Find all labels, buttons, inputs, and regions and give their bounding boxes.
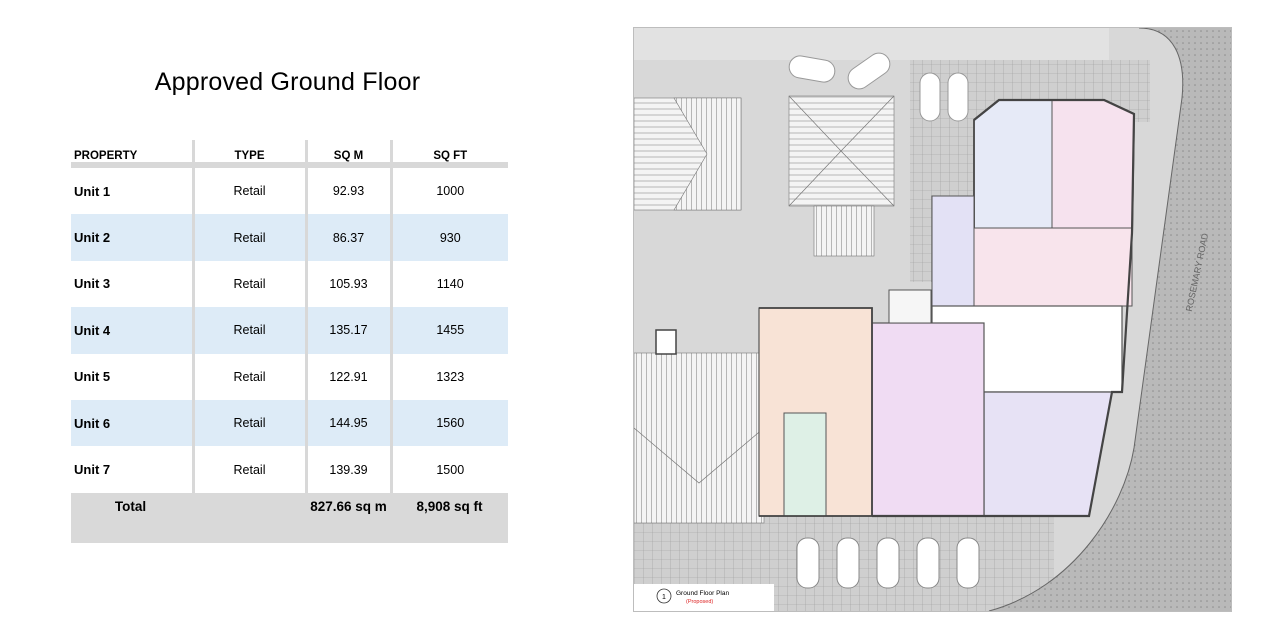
cell-type: Retail: [193, 165, 308, 215]
cell-property: Unit 5: [71, 353, 195, 400]
area-schedule-table: PROPERTY TYPE SQ M SQ FT Unit 1 Retail 9…: [71, 140, 508, 543]
cell-sqm: 144.95: [306, 399, 393, 447]
cell-sqm: 122.91: [306, 353, 393, 400]
header-sqft: SQ FT: [391, 140, 508, 168]
ground-floor-plan-drawing: ROSEMARY ROAD 1 Ground Floor Plan (Propo…: [633, 27, 1232, 612]
cell-property: Unit 3: [71, 260, 195, 308]
cell-sqft: 1500: [436, 462, 465, 477]
table-row: Unit 1 Retail 92.93 1000: [71, 165, 508, 215]
parking-bay: [919, 72, 941, 122]
stair-core: [783, 412, 827, 517]
parking-bay: [836, 537, 860, 589]
parking-bay: [876, 537, 900, 589]
caption-box: [634, 584, 774, 611]
table-row: Unit 5 Retail 122.91 1323: [71, 353, 508, 400]
top-strip: [634, 28, 1109, 60]
unit-2-shape: [1051, 99, 1135, 229]
header-type: TYPE: [193, 140, 308, 168]
caption-subtitle: (Proposed): [686, 599, 713, 605]
parking-bay: [947, 72, 969, 122]
unit-violet-shape: [931, 195, 975, 307]
total-label: Total: [71, 492, 193, 543]
cell-property: Unit 6: [71, 399, 195, 447]
parking-bay: [956, 537, 980, 589]
cell-property: Unit 1: [71, 165, 195, 215]
total-type-empty: [193, 492, 306, 543]
table-header-row: PROPERTY TYPE SQ M SQ FT: [71, 140, 508, 168]
cell-type: Retail: [193, 446, 308, 493]
cell-sqft: 1000: [436, 184, 465, 199]
cell-sqm: 139.39: [306, 446, 393, 493]
cell-sqft: 930: [391, 214, 508, 261]
cell-type: Retail: [193, 214, 308, 261]
cell-type: Retail: [193, 260, 308, 308]
entrance-lobby: [888, 289, 932, 324]
page-title: Approved Ground Floor: [154, 68, 421, 96]
header-sqm: SQ M: [306, 140, 393, 168]
cell-property: Unit 4: [71, 307, 195, 354]
cell-type: Retail: [193, 353, 308, 400]
parking-bay: [916, 537, 940, 589]
cell-type: Retail: [193, 399, 308, 447]
header-property: PROPERTY: [71, 140, 195, 168]
caption-number: 1: [662, 594, 666, 601]
neighbour-roof-3: [634, 352, 765, 524]
cell-sqm: 105.93: [306, 260, 393, 308]
table-total-row: Total 827.66 sq m 8,908 sq ft: [71, 492, 508, 543]
unit-6-shape: [871, 322, 985, 517]
cell-sqm: 135.17: [306, 307, 393, 354]
table-row: Unit 6 Retail 144.95 1560: [71, 399, 508, 447]
cell-property: Unit 7: [71, 446, 195, 493]
cell-sqft: 1560: [391, 399, 508, 447]
cell-property: Unit 2: [71, 214, 195, 261]
cell-type: Retail: [193, 307, 308, 354]
cell-sqm: 92.93: [306, 165, 393, 215]
cell-sqft: 1455: [391, 307, 508, 354]
table-row: Unit 4 Retail 135.17 1455: [71, 307, 508, 354]
caption-title: Ground Floor Plan: [676, 590, 729, 597]
floor-plan-svg: ROSEMARY ROAD 1 Ground Floor Plan (Propo…: [634, 28, 1231, 611]
parking-bay: [796, 537, 820, 589]
cell-sqft: 1323: [436, 369, 465, 384]
cell-sqm: 86.37: [306, 214, 393, 261]
cell-sqft: 1140: [436, 276, 464, 291]
total-sqm: 827.66 sq m: [306, 492, 391, 543]
neighbour-roof-2-wing: [813, 205, 875, 257]
total-sqft: 8,908 sq ft: [391, 492, 508, 543]
table-row: Unit 2 Retail 86.37 930: [71, 214, 508, 261]
table-row: Unit 3 Retail 105.93 1140: [71, 260, 508, 308]
chimney: [655, 329, 677, 355]
table-row: Unit 7 Retail 139.39 1500: [71, 446, 508, 493]
unit-3-shape: [973, 227, 1133, 307]
